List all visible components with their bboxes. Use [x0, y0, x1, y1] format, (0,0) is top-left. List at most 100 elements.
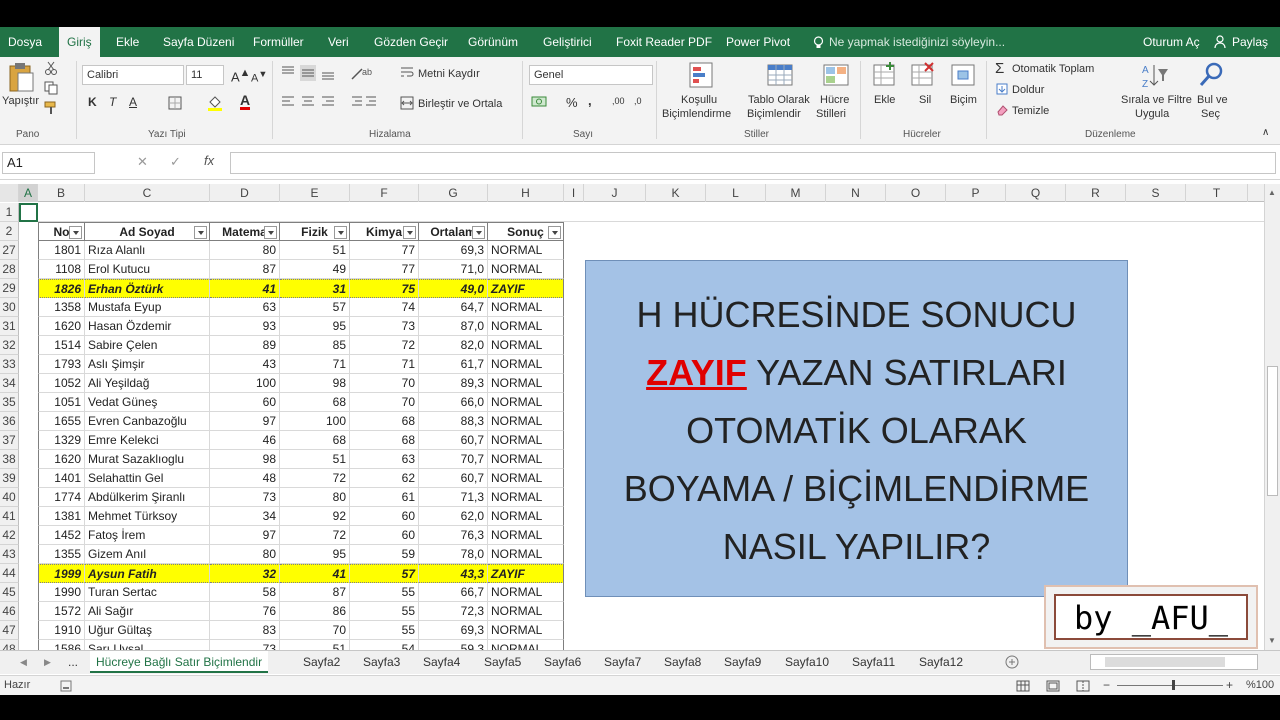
cell-result[interactable]: NORMAL [488, 374, 564, 393]
insert-function-button[interactable]: fx [204, 153, 214, 168]
cell-math[interactable]: 32 [210, 564, 280, 583]
cell-no[interactable]: 1381 [38, 507, 85, 526]
cell-chemistry[interactable]: 73 [350, 317, 419, 336]
cell-physics[interactable]: 51 [280, 241, 350, 260]
row-header[interactable]: 27 [0, 241, 19, 260]
column-header[interactable]: S [1126, 184, 1186, 202]
decrease-decimal-button[interactable]: ,0 [634, 96, 642, 106]
row-header[interactable]: 28 [0, 260, 19, 279]
paste-icon[interactable] [7, 61, 35, 93]
cell-math[interactable]: 97 [210, 526, 280, 545]
formula-input[interactable] [230, 152, 1276, 174]
cell-no[interactable]: 1355 [38, 545, 85, 564]
clear-button[interactable]: Temizle [1012, 105, 1049, 117]
cell-average[interactable]: 78,0 [419, 545, 488, 564]
cell-physics[interactable]: 95 [280, 545, 350, 564]
cell-math[interactable]: 43 [210, 355, 280, 374]
select-all-corner[interactable] [0, 184, 19, 202]
cell-result[interactable]: NORMAL [488, 488, 564, 507]
font-name-select[interactable]: Calibri [82, 65, 184, 85]
cell-no[interactable]: 1051 [38, 393, 85, 412]
cell-average[interactable]: 71,3 [419, 488, 488, 507]
cell-no[interactable]: 1620 [38, 450, 85, 469]
cell-result[interactable]: NORMAL [488, 450, 564, 469]
next-sheet-icon[interactable]: ▶ [38, 651, 57, 673]
row-header[interactable]: 47 [0, 621, 19, 640]
column-header[interactable]: A [19, 184, 38, 202]
cell-no[interactable]: 1655 [38, 412, 85, 431]
accounting-format-icon[interactable] [531, 95, 549, 109]
cell-physics[interactable]: 68 [280, 431, 350, 450]
cell-average[interactable]: 87,0 [419, 317, 488, 336]
share-button[interactable]: Paylaş [1232, 27, 1268, 57]
cell-styles-icon[interactable] [822, 61, 852, 91]
tab-view[interactable]: Görünüm [468, 27, 518, 57]
cell-chemistry[interactable]: 55 [350, 602, 419, 621]
sheet-tab[interactable]: Sayfa3 [357, 651, 406, 673]
sheet-tab[interactable]: Sayfa9 [718, 651, 767, 673]
format-cells-icon[interactable] [950, 61, 978, 89]
cell-chemistry[interactable]: 75 [350, 279, 419, 298]
cell-physics[interactable]: 49 [280, 260, 350, 279]
cell-average[interactable]: 43,3 [419, 564, 488, 583]
cut-icon[interactable] [44, 61, 58, 75]
cell-chemistry[interactable]: 68 [350, 412, 419, 431]
filter-dropdown-icon[interactable] [334, 226, 347, 239]
grow-font-button[interactable]: A▲ [231, 67, 250, 84]
page-break-view-icon[interactable] [1076, 680, 1090, 692]
cell-no[interactable]: 1452 [38, 526, 85, 545]
row-header[interactable]: 35 [0, 393, 19, 412]
increase-decimal-button[interactable]: ,00 [612, 96, 625, 106]
column-header[interactable]: G [419, 184, 488, 202]
sort-filter-label2[interactable]: Uygula [1135, 108, 1169, 120]
cell-physics[interactable]: 80 [280, 488, 350, 507]
borders-icon[interactable] [168, 96, 182, 110]
conditional-formatting-label[interactable]: Koşullu [681, 94, 717, 106]
cell-physics[interactable]: 98 [280, 374, 350, 393]
hscroll-thumb[interactable] [1105, 657, 1225, 667]
cell-average[interactable]: 60,7 [419, 431, 488, 450]
wrap-text-icon[interactable] [400, 66, 414, 80]
tab-home[interactable]: Giriş [59, 27, 100, 57]
cell-math[interactable]: 58 [210, 583, 280, 602]
eraser-icon[interactable] [996, 104, 1008, 116]
cell-chemistry[interactable]: 60 [350, 507, 419, 526]
cell-math[interactable]: 63 [210, 298, 280, 317]
insert-cells-button[interactable]: Ekle [874, 94, 895, 106]
cell-name[interactable]: Erol Kutucu [85, 260, 210, 279]
scroll-down-icon[interactable]: ▼ [1268, 636, 1276, 645]
row-header[interactable]: 34 [0, 374, 19, 393]
scroll-up-icon[interactable]: ▲ [1268, 188, 1276, 197]
cell-name[interactable]: Rıza Alanlı [85, 241, 210, 260]
tab-review[interactable]: Gözden Geçir [374, 27, 448, 57]
cell-average[interactable]: 66,7 [419, 583, 488, 602]
cell-math[interactable]: 80 [210, 241, 280, 260]
column-header[interactable]: K [646, 184, 706, 202]
cell-name[interactable]: Murat Sazaklıoglu [85, 450, 210, 469]
cell-math[interactable]: 46 [210, 431, 280, 450]
cell-no[interactable]: 1108 [38, 260, 85, 279]
row-header[interactable]: 36 [0, 412, 19, 431]
cell-average[interactable]: 69,3 [419, 621, 488, 640]
column-header[interactable]: Q [1006, 184, 1066, 202]
cell-result[interactable]: NORMAL [488, 469, 564, 488]
cell-chemistry[interactable]: 71 [350, 355, 419, 374]
row-header[interactable]: 39 [0, 469, 19, 488]
cell-chemistry[interactable]: 61 [350, 488, 419, 507]
tab-insert[interactable]: Ekle [116, 27, 139, 57]
copy-icon[interactable] [44, 81, 58, 95]
sheet-tab[interactable]: Sayfa7 [598, 651, 647, 673]
tab-data[interactable]: Veri [328, 27, 349, 57]
cell-result[interactable]: NORMAL [488, 336, 564, 355]
sheet-tab[interactable]: Sayfa6 [538, 651, 587, 673]
header-result[interactable]: Sonuç [488, 222, 564, 241]
tab-formulas[interactable]: Formüller [253, 27, 304, 57]
cell-name[interactable]: Ali Yeşildağ [85, 374, 210, 393]
cell-result[interactable]: NORMAL [488, 621, 564, 640]
cell-name[interactable]: Uğur Gültaş [85, 621, 210, 640]
cell-chemistry[interactable]: 77 [350, 241, 419, 260]
cell-name[interactable]: Evren Canbazoğlu [85, 412, 210, 431]
sheet-tab[interactable]: Sayfa4 [417, 651, 466, 673]
cell-average[interactable]: 72,3 [419, 602, 488, 621]
cell-average[interactable]: 62,0 [419, 507, 488, 526]
